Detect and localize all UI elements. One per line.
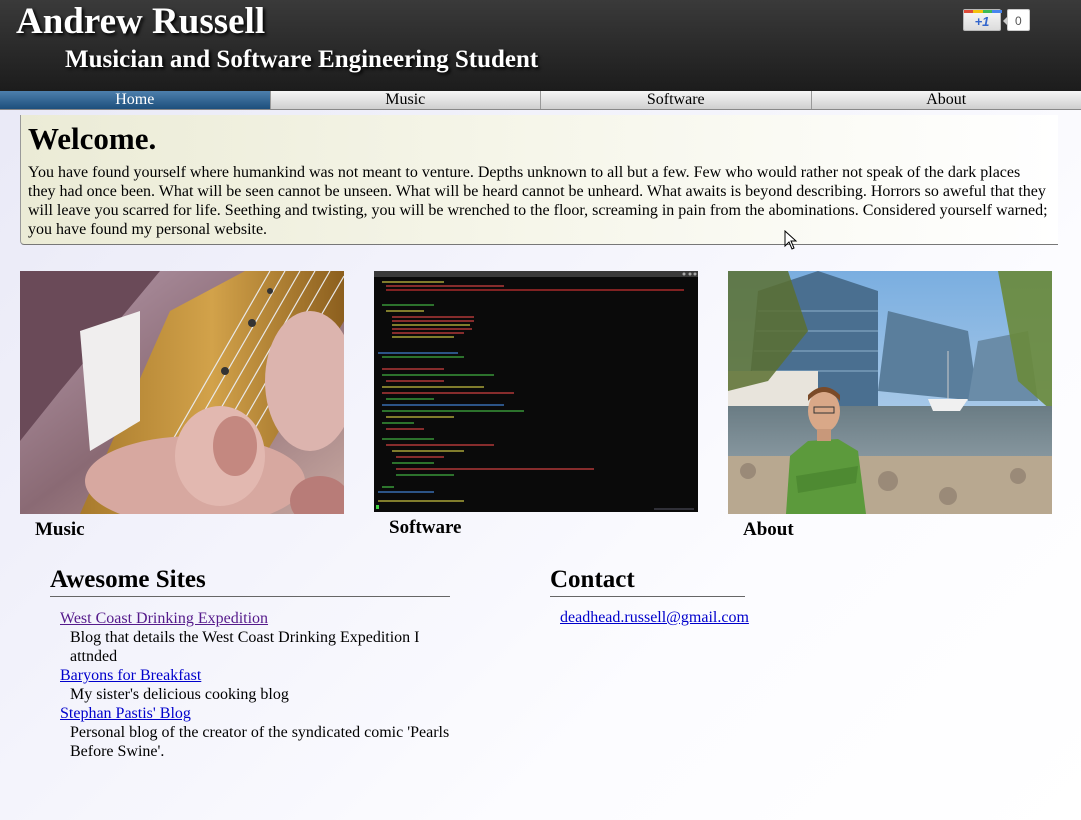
site-title: Andrew Russell [16, 1, 266, 42]
list-item: Stephan Pastis' Blog Personal blog of th… [60, 704, 450, 761]
google-plus-one-widget: +1 0 [963, 8, 1030, 32]
nav-item-home[interactable]: Home [0, 91, 271, 109]
contact-section: Contact deadhead.russell@gmail.com [550, 565, 749, 627]
welcome-text: You have found yourself where humankind … [28, 164, 1048, 238]
plus-one-button[interactable]: +1 [963, 9, 1002, 31]
feature-software-label[interactable]: Software [389, 517, 461, 539]
section-divider [50, 596, 450, 597]
feature-about-label[interactable]: About [743, 519, 794, 541]
sites-list: West Coast Drinking Expedition Blog that… [60, 609, 450, 761]
site-description: My sister's delicious cooking blog [70, 686, 289, 703]
feature-music[interactable]: Music [20, 271, 344, 540]
site-link-west-coast[interactable]: West Coast Drinking Expedition [60, 610, 268, 627]
awesome-sites-section: Awesome Sites West Coast Drinking Expedi… [50, 565, 450, 761]
stripe-red [964, 10, 973, 13]
about-portrait-photo[interactable] [728, 271, 1052, 514]
software-terminal-photo[interactable] [374, 271, 698, 512]
nav-item-software[interactable]: Software [541, 91, 812, 109]
list-item: Baryons for Breakfast My sister's delici… [60, 666, 450, 704]
list-item: West Coast Drinking Expedition Blog that… [60, 609, 450, 666]
site-description: Blog that details the West Coast Drinkin… [70, 629, 420, 665]
plus-one-label: +1 [974, 14, 990, 29]
main-nav: Home Music Software About [0, 91, 1081, 110]
welcome-panel: Welcome. You have found yourself where h… [20, 115, 1058, 245]
feature-software[interactable]: Software [374, 271, 698, 538]
site-description: Personal blog of the creator of the synd… [70, 724, 450, 760]
mouse-cursor-icon [784, 230, 798, 250]
stripe-blue [992, 10, 1002, 13]
nav-item-about[interactable]: About [811, 91, 1081, 109]
stripe-yellow [973, 10, 983, 13]
stripe-green [983, 10, 992, 13]
awesome-sites-title: Awesome Sites [50, 566, 206, 593]
plus-one-count: 0 [1003, 9, 1030, 31]
site-link-stephan-pastis[interactable]: Stephan Pastis' Blog [60, 705, 191, 722]
contact-title: Contact [550, 566, 635, 593]
site-header: Andrew Russell Musician and Software Eng… [0, 0, 1081, 91]
feature-about[interactable]: About [728, 271, 1052, 540]
site-link-baryons[interactable]: Baryons for Breakfast [60, 667, 201, 684]
site-subtitle: Musician and Software Engineering Studen… [65, 46, 539, 73]
welcome-title: Welcome. [28, 121, 157, 156]
contact-email-link[interactable]: deadhead.russell@gmail.com [560, 609, 749, 627]
feature-music-label[interactable]: Music [35, 519, 85, 541]
section-divider [550, 596, 745, 597]
music-guitar-photo[interactable] [20, 271, 344, 514]
nav-item-music[interactable]: Music [270, 91, 541, 109]
